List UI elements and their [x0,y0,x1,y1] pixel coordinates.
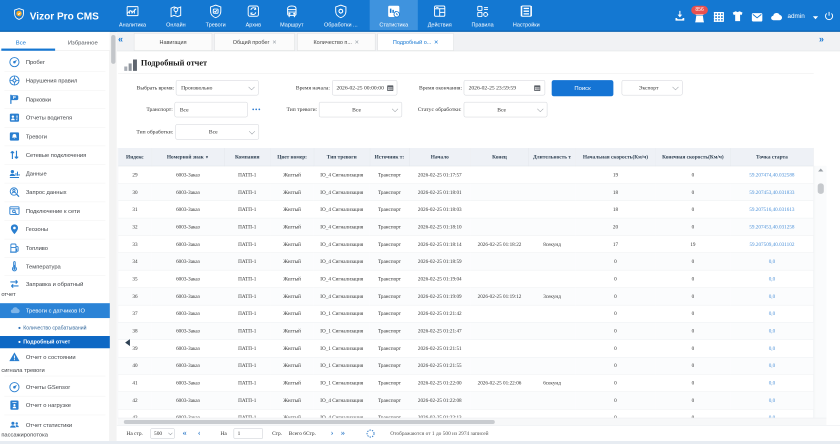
svg-text:P: P [13,95,16,100]
